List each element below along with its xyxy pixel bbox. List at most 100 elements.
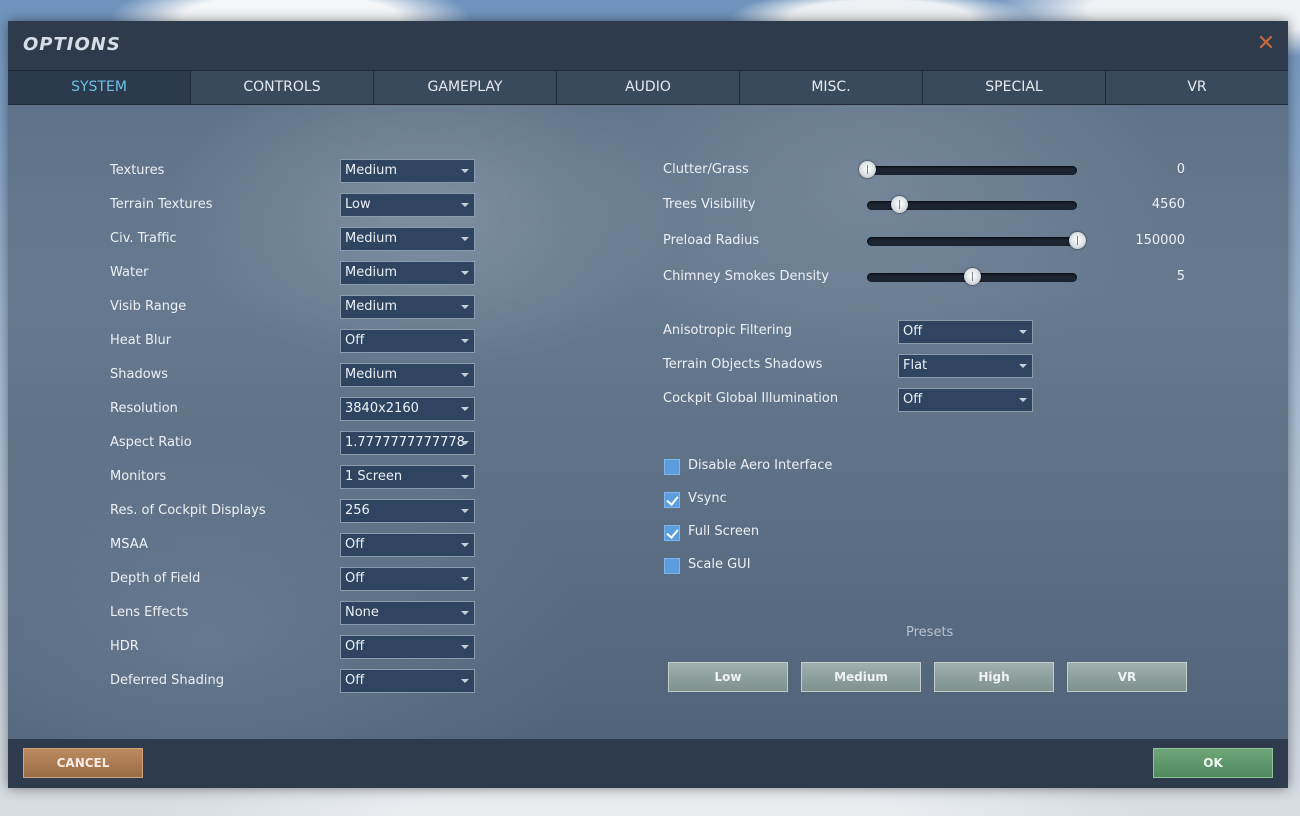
checkbox-vsync[interactable] — [664, 492, 680, 508]
checkmark-icon — [666, 493, 679, 506]
dropdown-terrain-textures[interactable]: Low — [340, 193, 475, 217]
setting-label-cockpit-displays: Res. of Cockpit Displays — [110, 503, 266, 518]
dropdown-value: Off — [345, 537, 365, 552]
slider-value-chimney-smokes: 5 — [1176, 269, 1185, 284]
dropdown-msaa[interactable]: Off — [340, 533, 475, 557]
dropdown-shadows[interactable]: Medium — [340, 363, 475, 387]
setting-label-aspect-ratio: Aspect Ratio — [110, 435, 192, 450]
slider-value-preload-radius: 150000 — [1135, 233, 1185, 248]
checkbox-disable-aero[interactable] — [664, 459, 680, 475]
dropdown-deferred-shading[interactable]: Off — [340, 669, 475, 693]
setting-label-depth-of-field: Depth of Field — [110, 571, 201, 586]
chevron-down-icon — [461, 271, 469, 275]
setting-label-resolution: Resolution — [110, 401, 178, 416]
dropdown-value: Flat — [903, 358, 928, 373]
dropdown-cockpit-displays[interactable]: 256 — [340, 499, 475, 523]
dropdown-value: 3840x2160 — [345, 401, 419, 416]
dropdown-monitors[interactable]: 1 Screen — [340, 465, 475, 489]
chevron-down-icon — [461, 509, 469, 513]
tab-bar: SYSTEM CONTROLS GAMEPLAY AUDIO MISC. SPE… — [8, 70, 1288, 105]
tab-vr[interactable]: VR — [1106, 71, 1288, 104]
tab-misc[interactable]: MISC. — [740, 71, 923, 104]
setting-label-textures: Textures — [110, 163, 165, 178]
slider-value-clutter-grass: 0 — [1176, 162, 1185, 177]
close-icon[interactable]: ✕ — [1256, 33, 1276, 55]
slider-knob[interactable] — [964, 268, 981, 285]
dropdown-water[interactable]: Medium — [340, 261, 475, 285]
checkbox-label-disable-aero: Disable Aero Interface — [688, 458, 833, 473]
dropdown-anisotropic[interactable]: Off — [898, 320, 1033, 344]
setting-label-anisotropic: Anisotropic Filtering — [663, 323, 793, 338]
setting-label-cockpit-gi: Cockpit Global Illumination — [663, 391, 839, 406]
dropdown-value: Low — [345, 197, 371, 212]
chevron-down-icon — [461, 339, 469, 343]
setting-label-terrain-textures: Terrain Textures — [110, 197, 213, 212]
setting-label-msaa: MSAA — [110, 537, 148, 552]
dropdown-cockpit-gi[interactable]: Off — [898, 388, 1033, 412]
slider-preload-radius[interactable] — [867, 232, 1086, 249]
slider-value-trees-visibility: 4560 — [1151, 197, 1185, 212]
preset-low-button[interactable]: Low — [668, 662, 788, 692]
checkbox-scale-gui[interactable] — [664, 558, 680, 574]
dropdown-hdr[interactable]: Off — [340, 635, 475, 659]
dropdown-value: 1 Screen — [345, 469, 403, 484]
tab-gameplay[interactable]: GAMEPLAY — [374, 71, 557, 104]
cancel-button[interactable]: CANCEL — [23, 748, 143, 778]
chevron-down-icon — [461, 203, 469, 207]
slider-trees-visibility[interactable] — [867, 196, 1077, 213]
slider-knob[interactable] — [890, 196, 908, 213]
window-title: OPTIONS — [23, 34, 121, 55]
checkbox-label-full-screen: Full Screen — [688, 524, 760, 539]
chevron-down-icon — [461, 611, 469, 615]
setting-label-hdr: HDR — [110, 639, 139, 654]
preset-medium-button[interactable]: Medium — [801, 662, 921, 692]
dropdown-terrain-objects-shadows[interactable]: Flat — [898, 354, 1033, 378]
chevron-down-icon — [461, 645, 469, 649]
chevron-down-icon — [461, 169, 469, 173]
tab-system[interactable]: SYSTEM — [8, 71, 191, 104]
dropdown-civ-traffic[interactable]: Medium — [340, 227, 475, 251]
dropdown-textures[interactable]: Medium — [340, 159, 475, 183]
dropdown-aspect-ratio[interactable]: 1.7777777777778 — [340, 431, 475, 455]
tab-special[interactable]: SPECIAL — [923, 71, 1106, 104]
dropdown-value: Off — [903, 324, 923, 339]
tab-controls[interactable]: CONTROLS — [191, 71, 374, 104]
preset-high-button[interactable]: High — [934, 662, 1054, 692]
chevron-down-icon — [461, 679, 469, 683]
tab-audio[interactable]: AUDIO — [557, 71, 740, 104]
checkbox-label-scale-gui: Scale GUI — [688, 557, 751, 572]
chevron-down-icon — [1019, 398, 1027, 402]
slider-knob[interactable] — [859, 161, 876, 178]
checkbox-label-vsync: Vsync — [688, 491, 727, 506]
chevron-down-icon — [461, 475, 469, 479]
slider-label-clutter-grass: Clutter/Grass — [663, 162, 749, 177]
slider-chimney-smokes[interactable] — [867, 268, 1077, 285]
dropdown-heat-blur[interactable]: Off — [340, 329, 475, 353]
ok-button[interactable]: OK — [1153, 748, 1273, 778]
setting-label-shadows: Shadows — [110, 367, 169, 382]
dropdown-depth-of-field[interactable]: Off — [340, 567, 475, 591]
dropdown-value: Off — [345, 673, 365, 688]
setting-label-civ-traffic: Civ. Traffic — [110, 231, 177, 246]
dropdown-value: Off — [903, 392, 923, 407]
dropdown-value: Off — [345, 639, 365, 654]
dropdown-lens-effects[interactable]: None — [340, 601, 475, 625]
chevron-down-icon — [461, 577, 469, 581]
dropdown-visib-range[interactable]: Medium — [340, 295, 475, 319]
preset-vr-button[interactable]: VR — [1067, 662, 1187, 692]
slider-clutter-grass[interactable] — [859, 161, 1077, 178]
dropdown-resolution[interactable]: 3840x2160 — [340, 397, 475, 421]
chevron-down-icon — [461, 373, 469, 377]
checkbox-full-screen[interactable] — [664, 525, 680, 541]
setting-label-monitors: Monitors — [110, 469, 167, 484]
slider-label-chimney-smokes: Chimney Smokes Density — [663, 269, 829, 284]
dropdown-value: Medium — [345, 265, 397, 280]
dropdown-value: None — [345, 605, 379, 620]
slider-knob[interactable] — [1069, 232, 1086, 249]
title-bar: OPTIONS ✕ — [8, 21, 1288, 70]
dropdown-value: Medium — [345, 163, 397, 178]
dropdown-value: Off — [345, 571, 365, 586]
options-window: OPTIONS ✕ SYSTEM CONTROLS GAMEPLAY AUDIO… — [8, 21, 1288, 788]
presets-label: Presets — [906, 625, 954, 640]
dropdown-value: Medium — [345, 231, 397, 246]
